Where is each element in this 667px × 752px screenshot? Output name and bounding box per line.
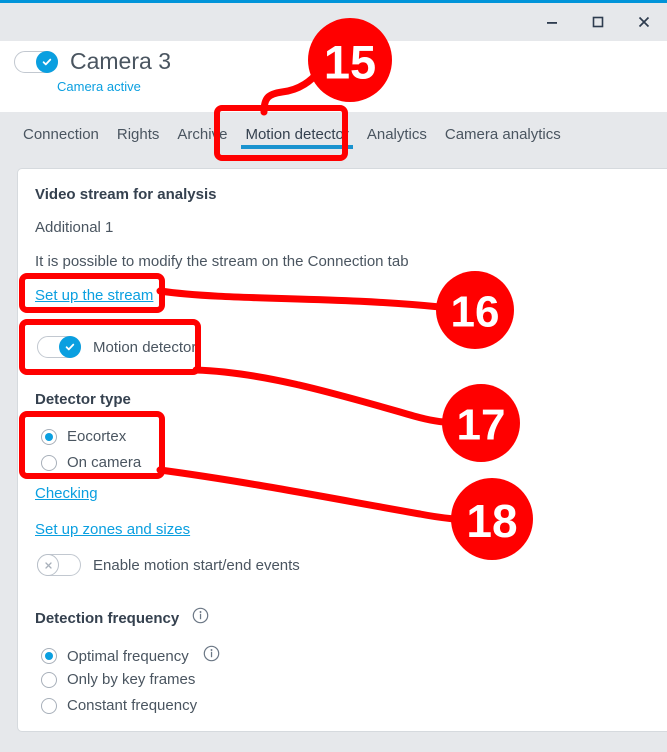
motion-events-toggle[interactable] xyxy=(37,554,81,576)
radio-label: Constant frequency xyxy=(67,697,198,714)
tab-label: Analytics xyxy=(366,126,427,143)
setup-stream-link[interactable]: Set up the stream xyxy=(35,287,153,304)
tab-label: Camera analytics xyxy=(444,126,561,143)
tab-motion-detector[interactable]: Motion detector xyxy=(236,112,357,156)
stream-hint: It is possible to modify the stream on t… xyxy=(35,253,409,270)
detection-frequency-heading-row: Detection frequency xyxy=(35,607,209,629)
maximize-icon xyxy=(592,16,604,28)
tab-label: Archive xyxy=(177,126,228,143)
radio-detector-on-camera[interactable]: On camera xyxy=(41,454,141,471)
radio-optimal-frequency[interactable]: Optimal frequency xyxy=(41,645,220,667)
close-icon xyxy=(638,16,650,28)
info-icon[interactable] xyxy=(203,645,220,667)
tab-label: Connection xyxy=(23,126,99,143)
tab-rights[interactable]: Rights xyxy=(108,112,169,156)
tab-label: Rights xyxy=(116,126,160,143)
tab-label: Motion detector xyxy=(245,126,349,143)
camera-status: Camera active xyxy=(57,79,141,94)
tab-archive[interactable]: Archive xyxy=(168,112,236,156)
cross-icon xyxy=(44,561,52,569)
radio-icon xyxy=(41,454,57,471)
setup-zones-link[interactable]: Set up zones and sizes xyxy=(35,521,190,538)
detector-type-heading: Detector type xyxy=(35,391,131,408)
check-icon xyxy=(42,58,52,65)
camera-header: Camera 3 Camera active xyxy=(0,41,667,112)
camera-enable-row: Camera 3 xyxy=(14,50,171,73)
video-stream-heading: Video stream for analysis xyxy=(35,186,217,203)
tab-camera-analytics[interactable]: Camera analytics xyxy=(436,112,570,156)
motion-events-label: Enable motion start/end events xyxy=(93,556,300,574)
close-button[interactable] xyxy=(621,3,667,41)
toggle-knob-checked xyxy=(36,50,58,73)
camera-enable-toggle[interactable] xyxy=(14,50,58,73)
toggle-knob-checked xyxy=(59,336,81,358)
motion-detector-label: Motion detector xyxy=(93,338,197,356)
check-icon xyxy=(65,343,75,351)
minimize-icon xyxy=(547,22,557,24)
radio-icon xyxy=(41,671,57,688)
info-icon[interactable] xyxy=(192,607,209,629)
radio-only-key-frames[interactable]: Only by key frames xyxy=(41,671,195,688)
tab-analytics[interactable]: Analytics xyxy=(358,112,436,156)
active-tab-underline xyxy=(241,145,353,149)
tab-bar: Connection Rights Archive Motion detecto… xyxy=(0,112,667,156)
motion-detector-toggle[interactable] xyxy=(37,336,81,358)
radio-label: Only by key frames xyxy=(67,671,196,688)
toggle-knob-unchecked xyxy=(37,554,59,576)
stream-value: Additional 1 xyxy=(35,219,114,236)
title-bar xyxy=(0,3,667,41)
radio-icon xyxy=(41,428,57,445)
radio-label: Optimal frequency xyxy=(67,647,189,665)
radio-icon xyxy=(41,697,57,714)
camera-title: Camera 3 xyxy=(70,48,171,74)
motion-events-toggle-row: Enable motion start/end events xyxy=(37,554,300,576)
detection-frequency-heading: Detection frequency xyxy=(35,609,180,627)
minimize-button[interactable] xyxy=(529,3,575,41)
tab-connection[interactable]: Connection xyxy=(14,112,108,156)
radio-label: Eocortex xyxy=(67,428,127,445)
radio-label: On camera xyxy=(67,454,142,471)
settings-panel: Video stream for analysis Additional 1 I… xyxy=(17,168,667,732)
motion-detector-toggle-row: Motion detector xyxy=(37,336,196,358)
radio-constant-frequency[interactable]: Constant frequency xyxy=(41,697,197,714)
radio-detector-eocortex[interactable]: Eocortex xyxy=(41,428,126,445)
checking-link[interactable]: Checking xyxy=(35,485,98,502)
maximize-button[interactable] xyxy=(575,3,621,41)
radio-icon xyxy=(41,648,57,664)
window-controls xyxy=(529,3,667,41)
settings-window: Camera 3 Camera active Connection Rights… xyxy=(0,0,667,752)
